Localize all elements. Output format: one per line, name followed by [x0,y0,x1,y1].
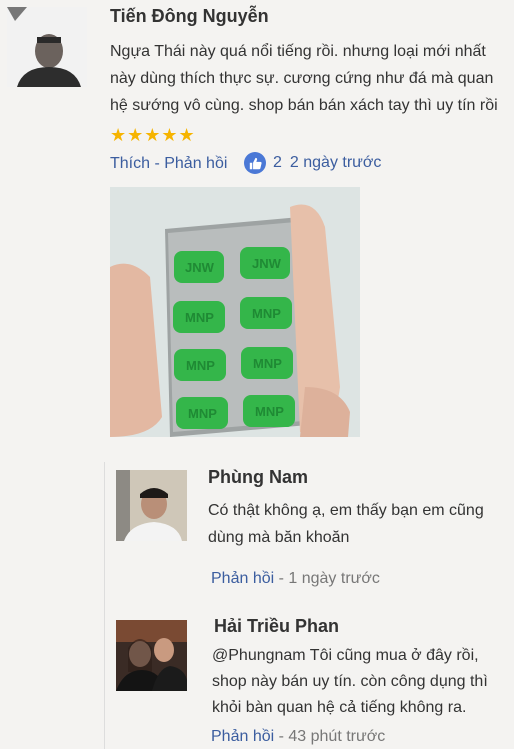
avatar-photo [116,620,187,691]
svg-text:MNP: MNP [185,310,214,325]
reply-time: 43 phút trước [288,728,386,745]
svg-text:MNP: MNP [252,306,281,321]
reply-author[interactable]: Hải Triều Phan [214,616,339,637]
comment-time: 2 ngày trước [289,154,382,171]
author-name[interactable]: Tiến Đông Nguyễn [110,6,269,27]
like-link[interactable]: Thích [110,155,150,172]
reply-link[interactable]: Phản hồi [164,155,227,172]
pill-blister-image: JNW JNW MNP MNP MNP MNP MNP MNP [110,187,360,437]
avatar-photo [7,7,87,87]
reply-link[interactable]: Phản hồi [211,570,274,587]
comment-actions: Thích - Phản hồi [110,155,227,173]
reply-time: 1 ngày trước [288,570,380,587]
separator: - [150,155,165,172]
like-summary[interactable]: 2 2 ngày trước [244,152,381,174]
svg-text:MNP: MNP [188,406,217,421]
separator: - [274,570,289,587]
thumbs-up-icon [244,152,266,174]
replies-divider [104,462,105,749]
reply-text: Có thật không ạ, em thấy bạn em cũng dùn… [208,502,484,546]
like-count: 2 [273,154,282,171]
reply-avatar[interactable] [116,620,187,691]
svg-text:JNW: JNW [252,256,282,271]
attached-photo[interactable]: JNW JNW MNP MNP MNP MNP MNP MNP [110,187,360,437]
svg-text:MNP: MNP [255,404,284,419]
svg-text:MNP: MNP [253,356,282,371]
comment-text: Ngựa Thái này quá nổi tiếng rồi. nhưng l… [110,43,498,114]
reply-actions: Phản hồi - 1 ngày trước [211,570,380,588]
reply-avatar[interactable] [116,470,187,541]
svg-text:MNP: MNP [186,358,215,373]
separator: - [274,728,289,745]
svg-text:JNW: JNW [185,260,215,275]
reply-text: @Phungnam Tôi cũng mua ở đây rồi, shop n… [212,647,488,716]
author-avatar[interactable] [7,7,87,87]
reply-author[interactable]: Phùng Nam [208,467,308,488]
reply-actions: Phản hồi - 43 phút trước [211,728,385,746]
avatar-photo [116,470,187,541]
reply-link[interactable]: Phản hồi [211,728,274,745]
rating-stars: ★★★★★ [110,125,196,145]
